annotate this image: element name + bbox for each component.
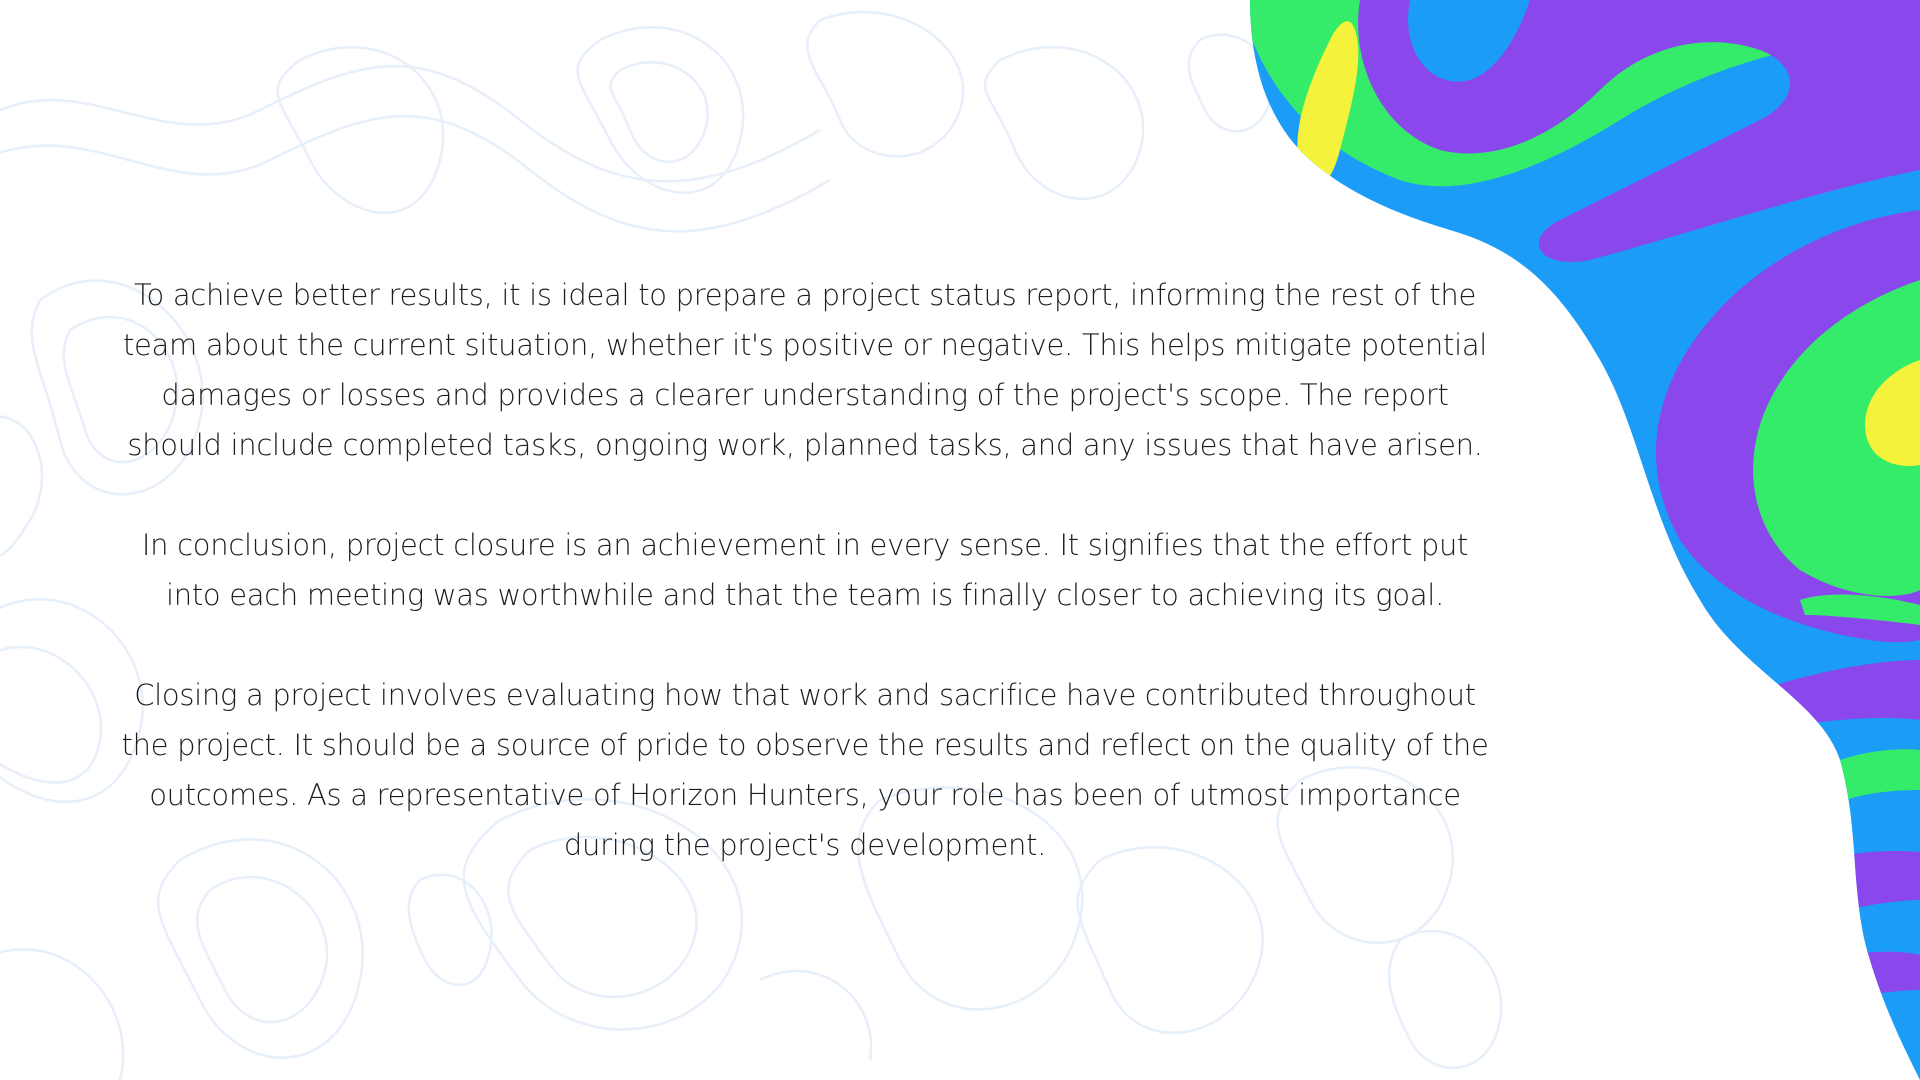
body-text: To achieve better results, it is ideal t… (120, 270, 1490, 920)
slide: To achieve better results, it is ideal t… (0, 0, 1920, 1080)
paragraph-conclusion: In conclusion, project closure is an ach… (141, 528, 1469, 612)
paragraph-status-report: To achieve better results, it is ideal t… (122, 278, 1488, 462)
paragraph-closing-project: Closing a project involves evaluating ho… (121, 678, 1489, 862)
